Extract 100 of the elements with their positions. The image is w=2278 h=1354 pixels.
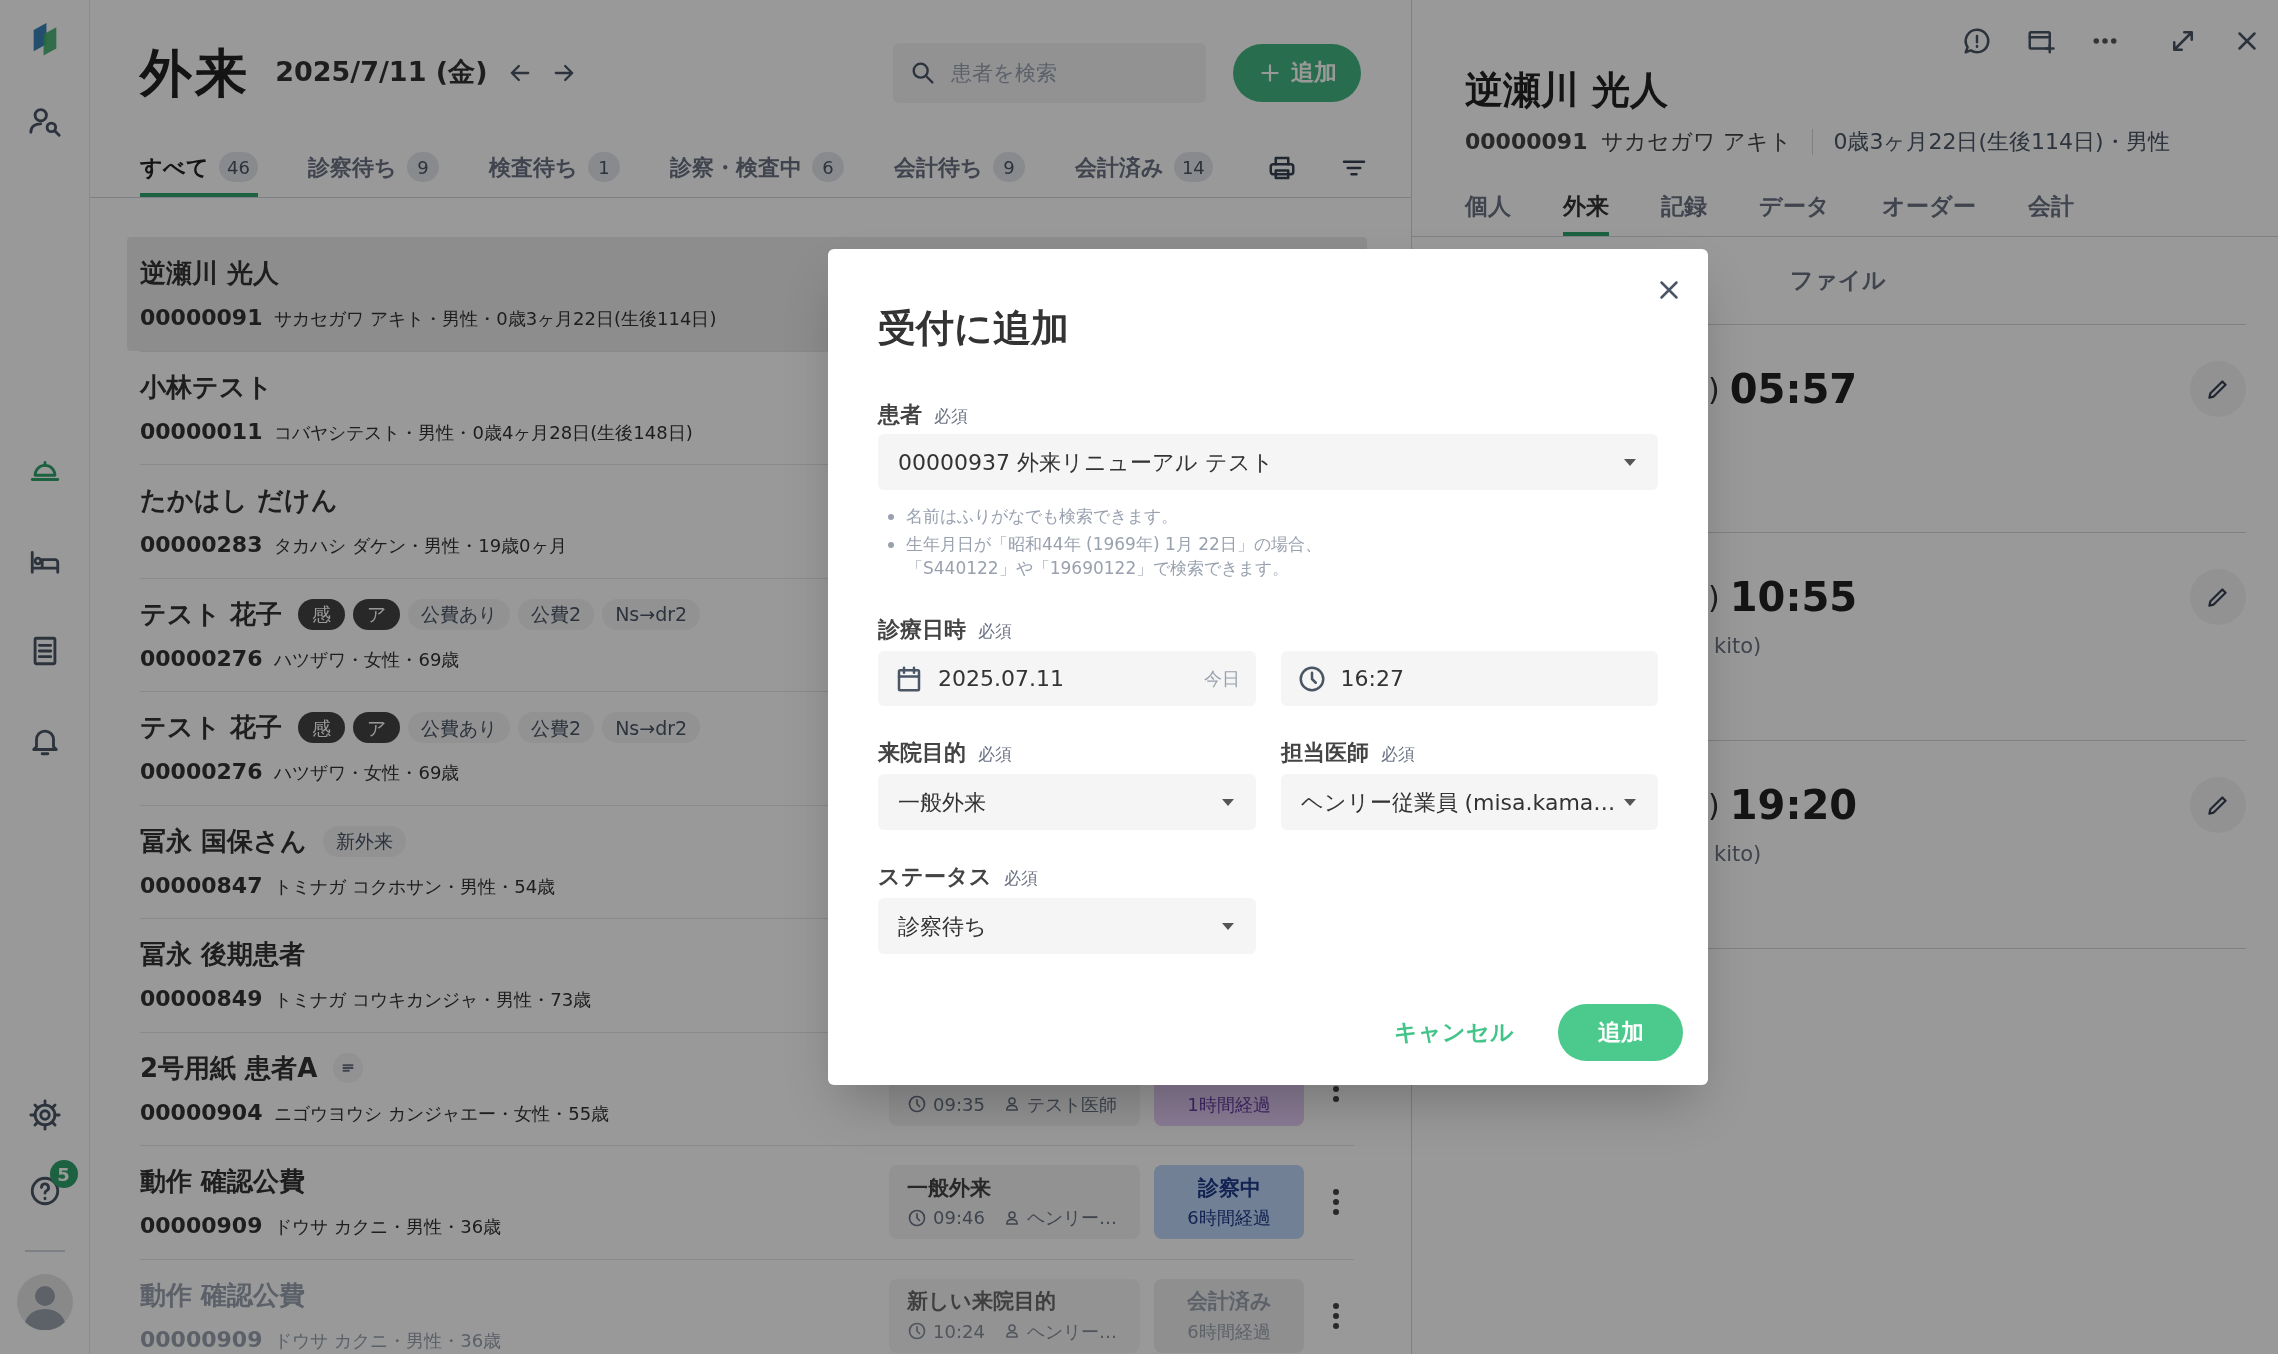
field-label: 診療日時 — [878, 616, 966, 644]
required-label: 必須 — [1380, 743, 1415, 766]
detail-tab[interactable]: 個人 — [1465, 176, 1511, 236]
visit-time: 05:57 — [1729, 365, 1858, 414]
visit-time: 10:24 — [933, 1319, 985, 1344]
field-label: 来院目的 — [878, 739, 966, 767]
elapsed-time: 1時間経過 — [1187, 1092, 1271, 1117]
text-fragment: kito) — [1714, 841, 1762, 868]
tag: 公費あり — [408, 598, 511, 630]
patient-info: コバヤシテスト・男性・0歳4ヶ月28日(生後148日) — [274, 420, 693, 445]
field-label: 患者 — [878, 401, 922, 429]
hint-text: 名前はふりがなでも検索できます。 — [906, 505, 1178, 528]
tag: 感 — [298, 598, 346, 630]
status-tab[interactable]: 検査待ち 1 — [488, 145, 620, 197]
page-title: 外来 — [140, 41, 250, 105]
visit-card[interactable]: 一般外来 09:46 ヘンリー… — [889, 1165, 1140, 1240]
status-label: 診察中 — [1197, 1174, 1261, 1202]
field-label: 担当医師 — [1280, 739, 1369, 767]
purpose-select[interactable]: 一般外来 — [878, 774, 1256, 830]
bullet-icon — [888, 514, 894, 520]
patient-id: 00000091 — [140, 303, 263, 332]
today-label: 今日 — [1203, 667, 1240, 691]
elapsed-time: 6時間経過 — [1187, 1206, 1271, 1231]
alert-icon[interactable] — [1962, 26, 1992, 56]
dropdown-caret-icon — [1622, 456, 1638, 468]
text-fragment: ) — [1708, 786, 1720, 825]
detail-tab[interactable]: 外来 — [1563, 176, 1609, 236]
detail-tab[interactable]: 会計 — [2028, 176, 2074, 236]
visit-time: 09:35 — [933, 1092, 985, 1117]
time-field[interactable]: 16:27 — [1280, 651, 1658, 706]
dialog-title: 受付に追加 — [878, 305, 1069, 352]
patient-info: トミナガ コクホサン・男性・54歳 — [274, 874, 556, 899]
doctor-name: ヘンリー… — [1026, 1319, 1117, 1344]
count-badge: 9 — [992, 152, 1025, 182]
tag: 公費2 — [518, 712, 595, 744]
detail-tab[interactable]: オーダー — [1882, 176, 1976, 236]
tag: 新外来 — [323, 825, 407, 857]
detail-tab[interactable]: データ — [1759, 176, 1830, 236]
patient-info: ニゴウヨウシ カンジャエー・女性・55歳 — [274, 1101, 610, 1126]
visit-time: 10:55 — [1729, 573, 1858, 622]
visit-card[interactable]: 新しい来院目的 10:24 ヘンリー… — [889, 1278, 1140, 1353]
patient-name: 逆瀬川 光人 — [140, 256, 280, 290]
tag: ア — [353, 598, 401, 630]
settings-icon[interactable] — [27, 1098, 62, 1132]
patient-id: 00000091 — [1465, 128, 1588, 156]
patient-name: 冨永 国保さん — [140, 824, 308, 858]
clock-icon — [907, 1321, 927, 1342]
visit-purpose: 新しい来院目的 — [907, 1288, 1057, 1316]
count-badge: 46 — [219, 152, 258, 182]
patient-id: 00000847 — [140, 871, 263, 900]
notification-badge: 5 — [49, 1160, 78, 1188]
patient-name: テスト 花子 — [140, 597, 283, 631]
patient-info: ハツザワ・女性・69歳 — [274, 761, 460, 786]
status-tab[interactable]: 診察待ち 9 — [307, 145, 439, 197]
required-label: 必須 — [978, 743, 1012, 766]
tag: 公費2 — [518, 598, 595, 630]
date-label: 2025/7/11 (金) — [275, 55, 488, 90]
patient-info: ドウサ カクニ・男性・36歳 — [274, 1215, 502, 1240]
visit-purpose: 一般外来 — [907, 1174, 992, 1202]
file-tab[interactable]: ファイル — [1790, 263, 1886, 298]
count-badge: 1 — [587, 152, 620, 182]
doctor-name: ヘンリー… — [1026, 1206, 1117, 1231]
patient-id: 00000904 — [140, 1098, 263, 1127]
count-badge: 9 — [406, 152, 439, 182]
patient-row[interactable]: 動作 確認公費 00000909 ドウサ カクニ・男性・36歳 一般外来 09:46 ヘンリー… 診察中 6時間経過 — [127, 1145, 1367, 1259]
dropdown-caret-icon — [1219, 920, 1236, 932]
tag: Ns→dr2 — [602, 712, 701, 744]
required-label: 必須 — [978, 620, 1012, 643]
tag: 公費あり — [408, 712, 511, 744]
status-tab[interactable]: すべて 46 — [140, 145, 258, 197]
status-tab[interactable]: 会計済み 14 — [1074, 145, 1213, 197]
patient-age-sex: 0歳3ヶ月22日(生後114日)・男性 — [1833, 128, 2170, 156]
clock-icon — [907, 1094, 927, 1115]
visit-time: 19:20 — [1729, 781, 1858, 830]
tag: ア — [353, 712, 401, 744]
patient-select[interactable]: 00000937 外来リニューアル テスト — [878, 434, 1658, 490]
patient-id: 00000909 — [140, 1325, 263, 1354]
detail-tab[interactable]: 記録 — [1661, 176, 1707, 236]
patient-id: 00000909 — [140, 1212, 263, 1241]
patient-id: 00000283 — [140, 531, 263, 560]
status-tab[interactable]: 診察・検査中 6 — [669, 145, 844, 197]
patient-info: ドウサ カクニ・男性・36歳 — [274, 1328, 502, 1353]
patient-name: 2号用紙 患者A — [140, 1051, 318, 1085]
patient-id: 00000276 — [140, 758, 263, 787]
patient-name: 小林テスト — [140, 370, 273, 404]
patient-id: 00000849 — [140, 985, 263, 1014]
patient-id: 00000011 — [140, 417, 263, 446]
status-select[interactable]: 診察待ち — [878, 898, 1256, 954]
patient-info: ハツザワ・女性・69歳 — [274, 647, 460, 672]
date-field[interactable]: 2025.07.11 今日 — [878, 651, 1256, 706]
patient-name: 動作 確認公費 — [140, 1165, 306, 1199]
clock-icon — [907, 1207, 927, 1228]
patient-name: テスト 花子 — [140, 711, 283, 745]
patient-info: サカセガワ アキト・男性・0歳3ヶ月22日(生後114日) — [274, 306, 717, 331]
patient-info: トミナガ コウキカンジャ・男性・73歳 — [274, 988, 592, 1013]
text-fragment: ) — [1708, 370, 1720, 409]
status-tab[interactable]: 会計待ち 9 — [893, 145, 1025, 197]
patient-name: 冨永 後期患者 — [140, 938, 306, 972]
required-label: 必須 — [934, 405, 968, 428]
doctor-select[interactable]: ヘンリー従業員 (misa.kama… — [1280, 774, 1658, 830]
